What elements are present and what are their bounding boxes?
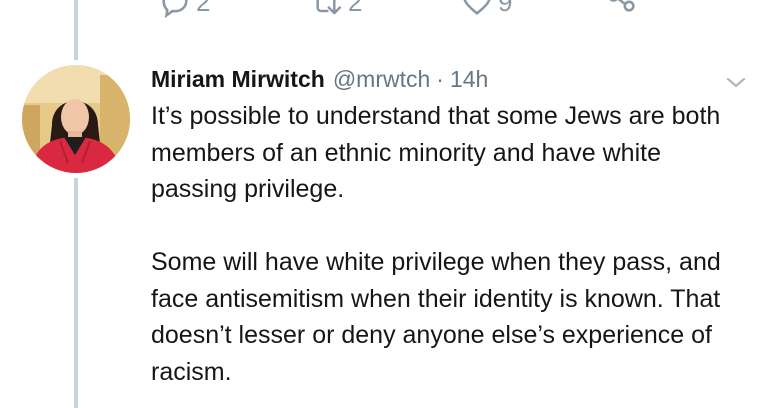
retweet-count: 2 <box>348 0 362 22</box>
author-name[interactable]: Miriam Mirwitch <box>151 62 325 96</box>
tweet-header: Miriam Mirwitch @mrwtch · 14h <box>151 62 488 96</box>
chevron-down-icon <box>723 79 749 96</box>
previous-tweet-action-bar: 2 2 9 <box>150 0 710 22</box>
author-handle[interactable]: @mrwtch <box>333 62 430 96</box>
reply-count: 2 <box>196 0 210 22</box>
heart-icon <box>460 0 494 19</box>
retweet-icon <box>308 0 344 19</box>
reply-icon <box>158 0 192 19</box>
tweet-paragraph: It’s possible to understand that some Je… <box>151 98 751 208</box>
tweet-body: It’s possible to understand that some Je… <box>151 98 751 390</box>
tweet-timestamp[interactable]: 14h <box>450 62 488 96</box>
avatar-image <box>22 65 130 173</box>
header-separator: · <box>436 62 444 96</box>
thread-line-top <box>74 0 78 60</box>
avatar[interactable] <box>22 65 130 173</box>
like-count: 9 <box>498 0 512 22</box>
like-button[interactable]: 9 <box>460 0 512 22</box>
share-button[interactable] <box>605 0 639 16</box>
retweet-button[interactable]: 2 <box>308 0 362 22</box>
tweet-paragraph: Some will have white privilege when they… <box>151 244 751 390</box>
reply-button[interactable]: 2 <box>158 0 210 22</box>
tweet-menu-button[interactable] <box>723 74 749 92</box>
thread-line-bottom <box>74 178 78 408</box>
share-icon <box>605 0 639 16</box>
